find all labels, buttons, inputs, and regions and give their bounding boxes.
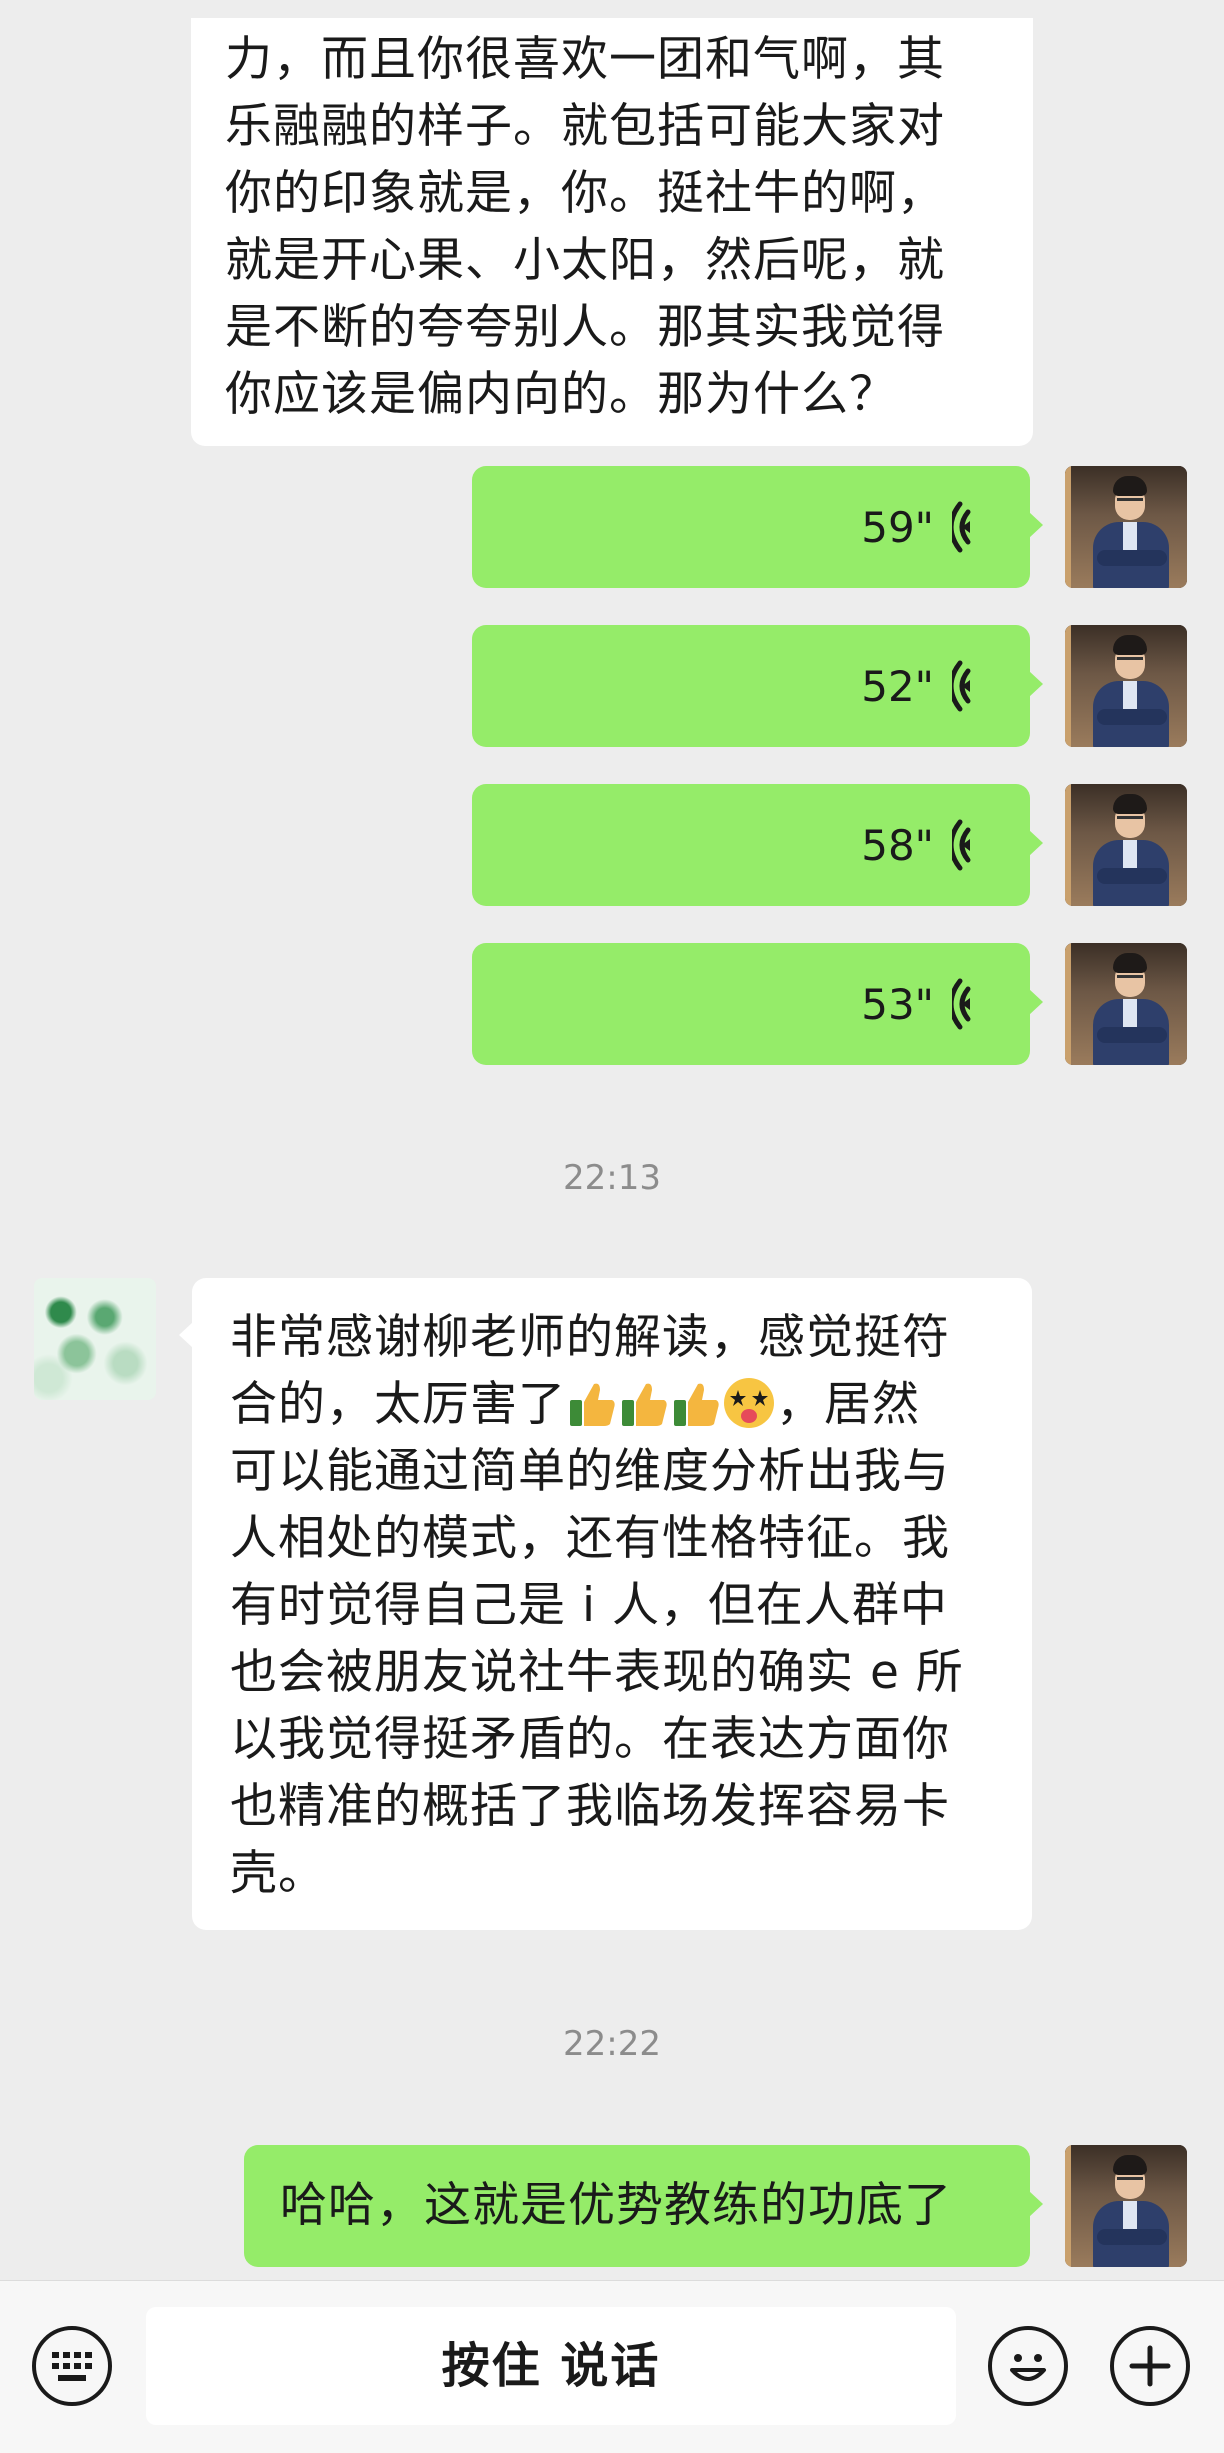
voice-wave-icon <box>952 819 971 871</box>
thumbs-up-icon <box>570 1383 615 1426</box>
voice-duration: 53" <box>861 979 934 1029</box>
message-text: 非常感谢柳老师的解读，感觉挺符 合的，太厉害了 ，居然 可以能通过简单的维度分析出… <box>230 1304 1004 1907</box>
voice-message-bubble[interactable]: 59" <box>472 466 1043 588</box>
outgoing-message-bubble[interactable]: 哈哈，这就是优势教练的功底了 <box>244 2145 1043 2267</box>
my-avatar[interactable] <box>1065 943 1187 1065</box>
plus-icon[interactable] <box>1110 2326 1190 2406</box>
timestamp: 22:22 <box>563 2024 661 2064</box>
hold-to-talk-button[interactable]: 按住 说话 <box>146 2307 956 2425</box>
contact-avatar[interactable] <box>34 1278 156 1400</box>
my-avatar[interactable] <box>1065 625 1187 747</box>
voice-wave-icon <box>952 660 971 712</box>
voice-wave-icon <box>952 978 971 1030</box>
message-text: 力，而且你很喜欢一团和气啊，其 乐融融的样子。就包括可能大家对 你的印象就是，你… <box>225 32 945 422</box>
voice-message-bubble[interactable]: 58" <box>472 784 1043 906</box>
voice-duration: 59" <box>861 502 934 552</box>
keyboard-icon[interactable] <box>32 2326 112 2406</box>
voice-wave-icon <box>952 501 971 553</box>
star-eyes-emoji-icon <box>724 1378 774 1428</box>
incoming-message-bubble[interactable]: 非常感谢柳老师的解读，感觉挺符 合的，太厉害了 ，居然 可以能通过简单的维度分析出… <box>179 1278 1032 1930</box>
input-bar: 按住 说话 <box>0 2280 1224 2453</box>
voice-message-bubble[interactable]: 53" <box>472 943 1043 1065</box>
message-text-part: ，居然 可以能通过简单的维度分析出我与 人相处的模式，还有性格特征。我 有时觉得… <box>230 1377 964 1901</box>
voice-message-bubble[interactable]: 52" <box>472 625 1043 747</box>
my-avatar[interactable] <box>1065 466 1187 588</box>
my-avatar[interactable] <box>1065 2145 1187 2267</box>
timestamp: 22:13 <box>563 1158 661 1198</box>
thumbs-up-icon <box>674 1383 719 1426</box>
emoji-icon[interactable] <box>988 2326 1068 2406</box>
voice-duration: 58" <box>861 820 934 870</box>
thumbs-up-icon <box>622 1383 667 1426</box>
voice-duration: 52" <box>861 661 934 711</box>
incoming-message-bubble[interactable]: 力，而且你很喜欢一团和气啊，其 乐融融的样子。就包括可能大家对 你的印象就是，你… <box>191 18 1033 446</box>
message-list[interactable]: 力，而且你很喜欢一团和气啊，其 乐融融的样子。就包括可能大家对 你的印象就是，你… <box>0 0 1224 2280</box>
my-avatar[interactable] <box>1065 784 1187 906</box>
message-text: 哈哈，这就是优势教练的功底了 <box>280 2178 952 2233</box>
